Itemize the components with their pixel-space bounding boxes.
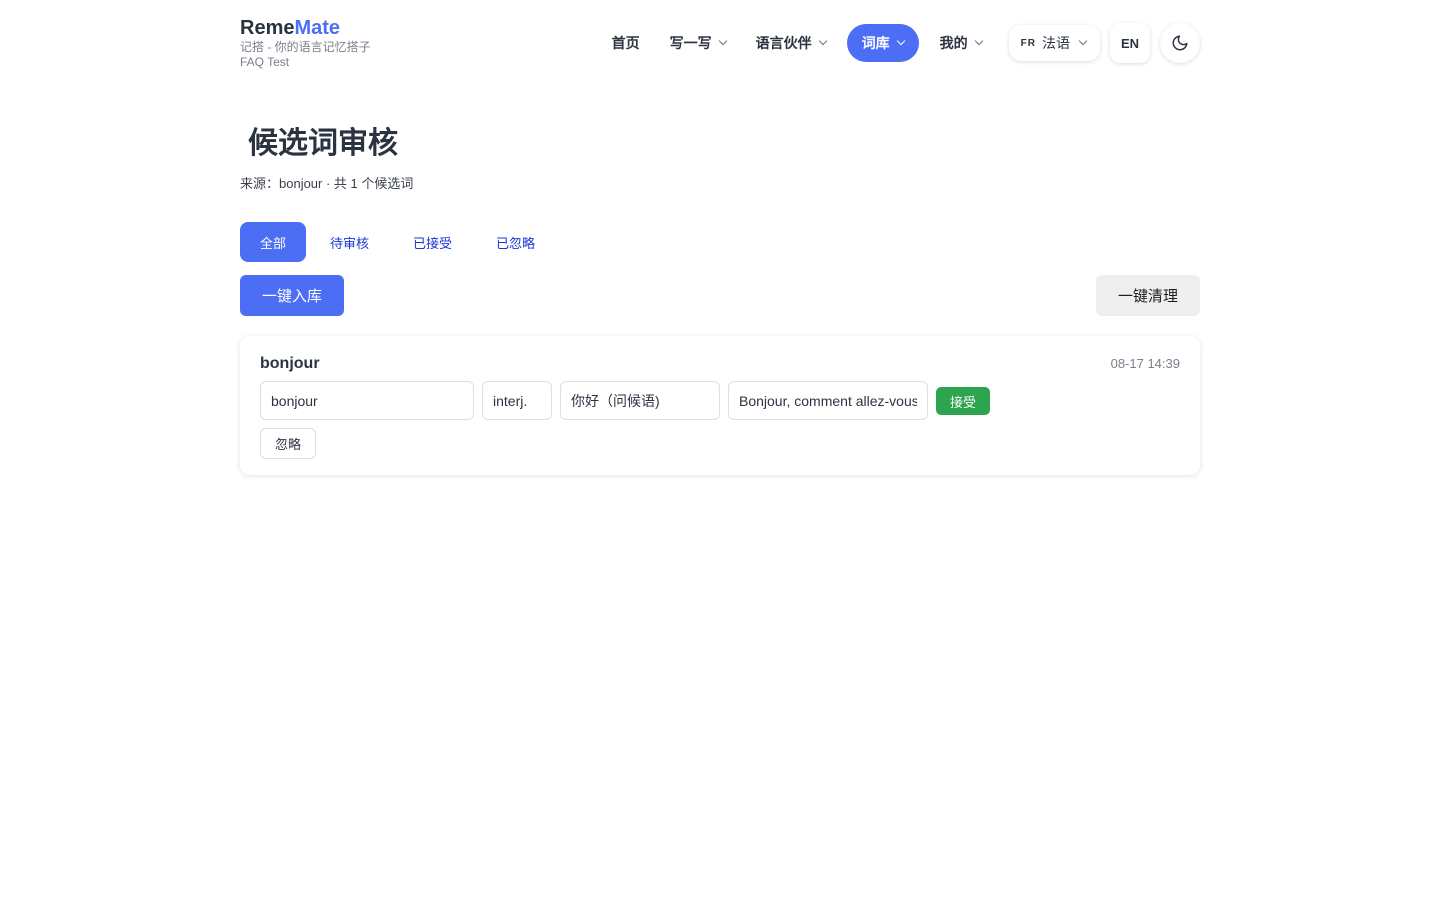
tab-pending[interactable]: 待审核 <box>310 222 389 262</box>
nav-item-label: 语言伙伴 <box>755 35 812 51</box>
tab-ignored[interactable]: 已忽略 <box>476 222 555 262</box>
theme-toggle-button[interactable] <box>1160 23 1200 63</box>
nav-item-vocabulary[interactable]: 词库 <box>846 24 919 62</box>
nav-item-label: 写一写 <box>669 35 712 51</box>
language-selector[interactable]: FR 法语 <box>1008 25 1100 61</box>
nav-item-label: 我的 <box>939 35 968 51</box>
tab-accepted[interactable]: 已接受 <box>393 222 472 262</box>
chevron-down-icon <box>818 36 827 46</box>
brand[interactable]: RemeMate 记搭 - 你的语言记忆搭子 FAQ Test <box>240 16 371 70</box>
part-of-speech-input[interactable] <box>482 381 552 420</box>
candidate-word: bonjour <box>260 355 320 372</box>
chevron-down-icon <box>1078 36 1088 46</box>
chevron-down-icon <box>896 36 905 46</box>
nav-item-write[interactable]: 写一写 <box>655 24 741 62</box>
brand-name-part1: Reme <box>240 17 295 39</box>
import-all-button[interactable]: 一键入库 <box>240 275 344 316</box>
page-title: 候选词审核 <box>248 127 398 160</box>
nav-item-mine[interactable]: 我的 <box>925 24 997 62</box>
nav-item-label: 词库 <box>861 35 890 51</box>
nav-item-label: 首页 <box>611 35 640 51</box>
meaning-input[interactable] <box>560 381 720 420</box>
brand-name-part2: Mate <box>294 17 341 39</box>
filter-tabs: 全部 待审核 已接受 已忽略 <box>240 222 559 262</box>
brand-logo[interactable]: RemeMate <box>240 16 371 40</box>
tab-all[interactable]: 全部 <box>240 222 307 262</box>
nav-item-home[interactable]: 首页 <box>597 24 655 62</box>
candidate-card: bonjour 08-17 14:39 接受 忽略 <box>240 336 1200 475</box>
main-nav: 首页 写一写 语言伙伴 词库 我的 FR 法语 EN <box>597 23 1200 63</box>
chevron-down-icon <box>718 36 727 46</box>
header: RemeMate 记搭 - 你的语言记忆搭子 FAQ Test 首页 写一写 语… <box>240 16 1200 72</box>
user-name: FAQ Test <box>240 55 290 69</box>
moon-icon <box>1172 35 1188 51</box>
candidate-time: 08-17 14:39 <box>1110 356 1180 371</box>
accept-button[interactable]: 接受 <box>936 387 990 415</box>
ignore-button[interactable]: 忽略 <box>260 428 316 459</box>
example-input[interactable] <box>728 381 928 420</box>
nav-item-language-partner[interactable]: 语言伙伴 <box>741 24 841 62</box>
language-label: 法语 <box>1042 35 1070 51</box>
ui-language-button[interactable]: EN <box>1110 23 1150 63</box>
language-code: FR <box>1020 37 1036 49</box>
term-input[interactable] <box>260 381 474 420</box>
brand-tagline: 记搭 - 你的语言记忆搭子 <box>240 40 371 54</box>
chevron-down-icon <box>974 36 983 46</box>
clean-all-button[interactable]: 一键清理 <box>1096 275 1200 316</box>
page-meta: 来源：bonjour · 共 1 个候选词 <box>240 176 414 191</box>
